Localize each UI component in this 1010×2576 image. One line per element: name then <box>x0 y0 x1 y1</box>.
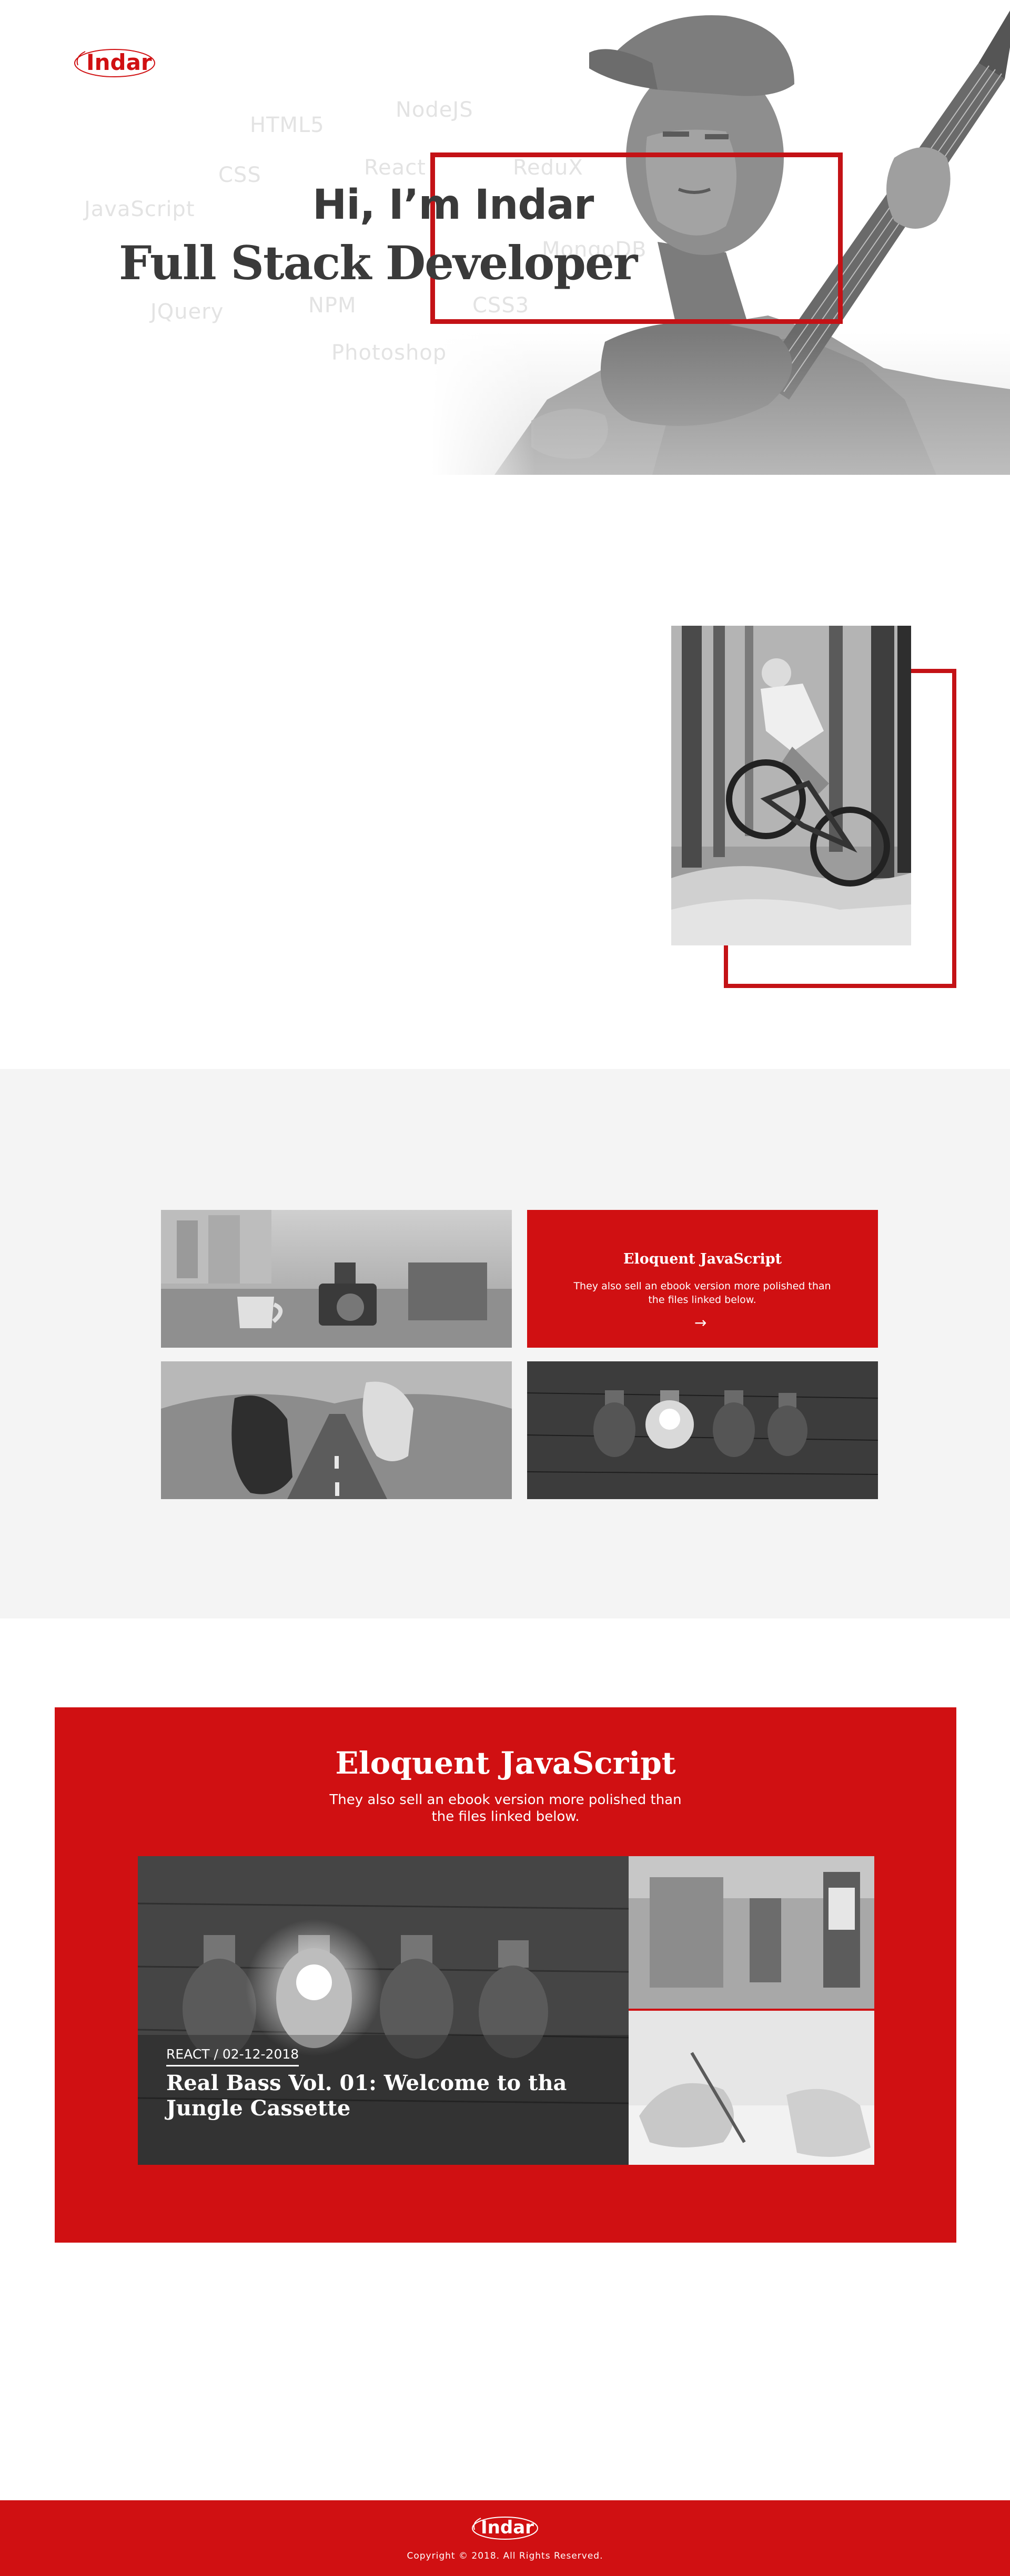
card-title: Eloquent JavaScript <box>623 1251 782 1267</box>
hero-role-title: Full Stack Developer <box>119 236 638 290</box>
arrow-right-icon[interactable]: → <box>694 1314 706 1331</box>
skill-tag: HTML5 <box>250 113 325 137</box>
skill-tag: JQuery <box>150 300 224 324</box>
post-meta[interactable]: REACT / 02-12-2018 <box>166 2046 299 2066</box>
light-bulbs-photo[interactable] <box>527 1361 878 1499</box>
coffee-camera-photo[interactable] <box>161 1210 512 1348</box>
copyright-text: Copyright © 2018. All Rights Reserved. <box>407 2551 603 2561</box>
logo-text: Indar <box>86 49 152 75</box>
featured-section: Eloquent JavaScript They also sell an eb… <box>55 1707 956 2243</box>
card-description: They also sell an ebook version more pol… <box>573 1280 831 1306</box>
office-blur-photo[interactable] <box>629 1856 874 2009</box>
hero-section: Indar HTML5 NodeJS CSS React ReduX JavaS… <box>0 0 1010 475</box>
featured-title: Eloquent JavaScript <box>335 1745 676 1781</box>
mountain-biker-photo <box>671 626 911 945</box>
skill-tag: NPM <box>308 293 357 318</box>
eloquent-javascript-card[interactable]: Eloquent JavaScript They also sell an eb… <box>527 1210 878 1348</box>
footer-logo-text: Indar <box>481 2517 534 2538</box>
sneakers-road-photo[interactable] <box>161 1361 512 1499</box>
skill-tag: CSS <box>218 163 261 187</box>
skill-tag: JavaScript <box>84 197 195 221</box>
post-title[interactable]: Real Bass Vol. 01: Welcome to tha Jungle… <box>166 2071 598 2121</box>
site-logo[interactable]: Indar <box>73 45 157 82</box>
featured-post-card[interactable]: REACT / 02-12-2018 Real Bass Vol. 01: We… <box>138 1856 629 2165</box>
featured-description: They also sell an ebook version more pol… <box>329 1792 682 1825</box>
writing-hand-photo[interactable] <box>629 2011 874 2165</box>
site-footer: Indar Copyright © 2018. All Rights Reser… <box>0 2500 1010 2576</box>
about-section <box>0 475 1010 1069</box>
skill-tag: React <box>364 156 426 180</box>
hero-greeting: Hi, I’m Indar <box>312 181 594 229</box>
skill-tag: NodeJS <box>396 98 473 122</box>
portfolio-grid-section: Eloquent JavaScript They also sell an eb… <box>0 1069 1010 1618</box>
skill-tag: Photoshop <box>331 341 447 365</box>
footer-logo[interactable]: Indar <box>470 2513 540 2543</box>
